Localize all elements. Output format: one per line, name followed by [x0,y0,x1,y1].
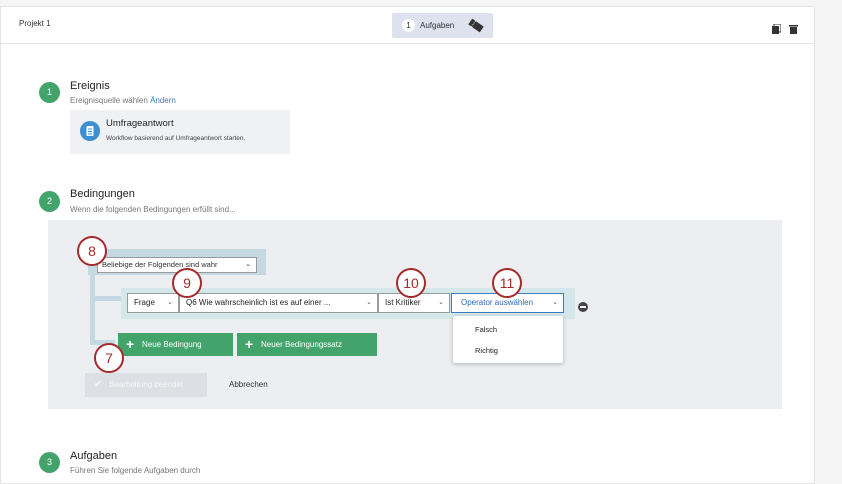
copy-icon[interactable] [772,23,782,34]
trash-icon[interactable] [789,24,799,34]
operator-option-true[interactable]: Richtig [475,346,498,355]
operator-option-false[interactable]: Falsch [475,325,497,334]
chevron-down-icon: ⌄ [438,299,444,306]
event-source-card[interactable]: Umfrageantwort Workflow basierend auf Um… [70,110,290,154]
step-title-conditions: Bedingungen [70,188,135,200]
condition-group-value: Beliebige der Folgenden sind wahr [102,260,218,269]
checkmark-icon: ✔ [94,379,103,390]
step-number-2: 2 [39,191,60,212]
step-number-1: 1 [39,82,60,103]
callout-badge-11: 11 [492,268,522,298]
add-condition-button[interactable]: + Neue Bedingung [118,333,233,356]
operator-dropdown-menu: Falsch Richtig [453,316,563,363]
chevron-down-icon: ⌄ [552,299,558,306]
step-title-tasks: Aufgaben [70,450,118,462]
ticket-icon [468,18,484,33]
question-select[interactable]: Q6 Wie wahrscheinlich ist es auf einer .… [179,293,378,313]
step-title-event: Ereignis [70,80,110,92]
plus-icon: + [126,336,135,352]
step-subtitle-event: Ereignisquelle wählen Ändern [70,96,176,105]
callout-badge-9: 9 [172,268,202,298]
condition-type-value: Frage [134,298,155,307]
survey-icon [80,121,100,141]
callout-badge-10: 10 [396,268,426,298]
tasks-count: 1 [402,19,415,32]
operator-value: Operator auswählen [461,298,534,307]
critic-value: Ist Kritiker [385,298,421,307]
chevron-down-icon: ⌄ [366,299,372,306]
change-source-link[interactable]: Ändern [150,96,176,105]
cancel-link[interactable]: Abbrechen [229,380,268,389]
step-number-3: 3 [39,452,60,473]
finish-editing-button[interactable]: ✔ Bearbeitung beendet [85,373,207,397]
header-actions [772,21,802,39]
event-source-description: Workflow basierend auf Umfrageantwort st… [106,135,246,142]
chevron-down-icon: ⌄ [167,299,173,306]
event-source-prompt: Ereignisquelle wählen [70,96,148,105]
add-condition-set-label: Neuer Bedingungssatz [261,340,342,349]
finish-editing-label: Bearbeitung beendet [109,380,184,389]
tasks-pill[interactable]: 1 Aufgaben [392,13,493,38]
remove-condition-icon[interactable] [578,302,588,312]
chevron-down-icon: ⌄ [245,261,251,268]
project-title: Projekt 1 [19,19,51,28]
add-condition-set-button[interactable]: + Neuer Bedingungssatz [237,333,377,356]
workflow-header: Projekt 1 1 Aufgaben [1,7,814,44]
question-value: Q6 Wie wahrscheinlich ist es auf einer .… [186,298,331,307]
tasks-label: Aufgaben [420,21,455,30]
callout-badge-8: 8 [77,236,107,266]
callout-badge-7: 7 [94,343,124,373]
add-condition-label: Neue Bedingung [142,340,202,349]
plus-icon: + [245,336,254,352]
step-subtitle-tasks: Führen Sie folgende Aufgaben durch [70,466,201,475]
step-subtitle-conditions: Wenn die folgenden Bedingungen erfüllt s… [70,205,236,214]
event-source-title: Umfrageantwort [106,118,174,129]
condition-type-select[interactable]: Frage ⌄ [127,293,179,313]
